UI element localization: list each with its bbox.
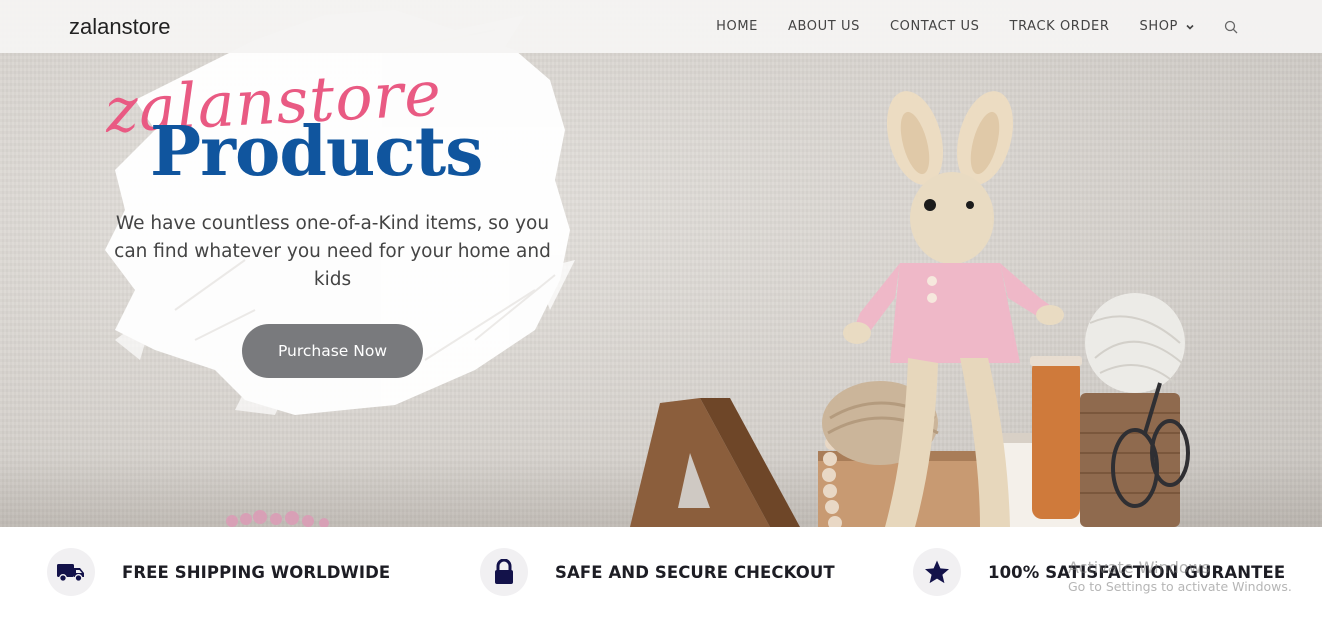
main-nav: HOME ABOUT US CONTACT US TRACK ORDER SHO… bbox=[716, 0, 1238, 53]
feature-secure-checkout: SAFE AND SECURE CHECKOUT bbox=[480, 547, 835, 597]
nav-about-label: ABOUT US bbox=[787, 19, 860, 34]
site-header: zalanstore HOME ABOUT US CONTACT US TRAC… bbox=[0, 0, 1322, 53]
feature-label: FREE SHIPPING WORLDWIDE bbox=[122, 562, 391, 582]
chevron-down-icon bbox=[1186, 24, 1194, 30]
windows-activation-watermark: Activate Windows Go to Settings to activ… bbox=[1068, 558, 1318, 594]
nav-about-us[interactable]: ABOUT US bbox=[788, 19, 860, 34]
lock-icon bbox=[480, 548, 528, 596]
wooden-letter-a bbox=[630, 398, 800, 527]
search-icon[interactable] bbox=[1224, 20, 1238, 34]
nav-contact-label: CONTACT US bbox=[889, 19, 980, 34]
nav-home-label: HOME bbox=[716, 19, 758, 34]
hero-description: We have countless one-of-a-Kind items, s… bbox=[114, 213, 551, 290]
feature-free-shipping: FREE SHIPPING WORLDWIDE bbox=[47, 547, 390, 597]
nav-shop[interactable]: SHOP bbox=[1140, 19, 1195, 34]
flower-bouquet-image bbox=[226, 510, 329, 527]
feature-label: SAFE AND SECURE CHECKOUT bbox=[555, 562, 835, 582]
watermark-title: Activate Windows bbox=[1068, 558, 1211, 577]
nav-home[interactable]: HOME bbox=[716, 19, 758, 34]
nav-contact-us[interactable]: CONTACT US bbox=[890, 19, 980, 34]
nav-track-order[interactable]: TRACK ORDER bbox=[1010, 19, 1110, 34]
hero-title: Products bbox=[150, 112, 483, 192]
nav-shop-label: SHOP bbox=[1139, 19, 1178, 34]
hero-banner: zalanstore Products We have countless on… bbox=[0, 0, 1322, 527]
truck-icon bbox=[47, 548, 95, 596]
purchase-now-button[interactable]: Purchase Now bbox=[242, 324, 423, 378]
star-icon bbox=[913, 548, 961, 596]
watermark-subtitle: Go to Settings to activate Windows. bbox=[1068, 579, 1292, 594]
site-logo[interactable]: zalanstore bbox=[69, 14, 171, 40]
toys-still-life-image bbox=[630, 91, 1190, 527]
nav-track-label: TRACK ORDER bbox=[1009, 19, 1110, 34]
